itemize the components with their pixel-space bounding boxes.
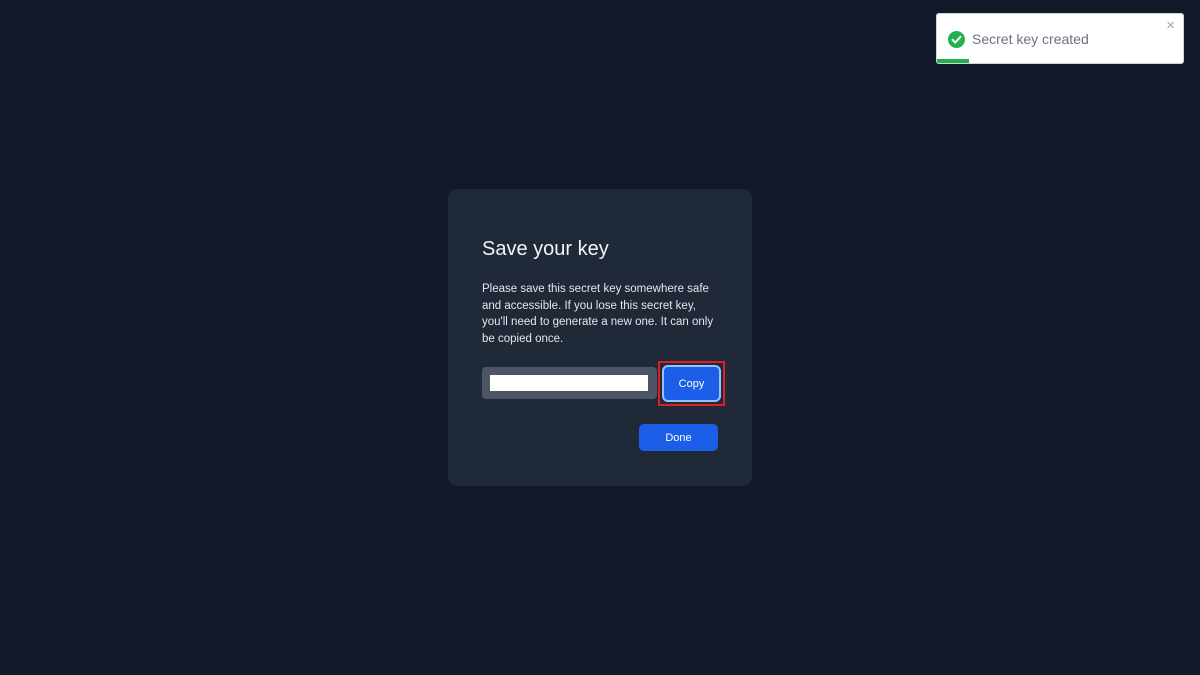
save-key-dialog: Save your key Please save this secret ke…	[448, 189, 752, 486]
secret-key-input[interactable]	[490, 375, 648, 391]
dialog-description: Please save this secret key somewhere sa…	[482, 283, 714, 346]
dialog-title: Save your key	[482, 238, 609, 260]
secret-key-field	[482, 367, 657, 399]
toast-notification: Secret key created ×	[936, 13, 1184, 64]
check-circle-icon	[948, 31, 965, 48]
copy-button[interactable]: Copy	[662, 365, 721, 402]
close-icon[interactable]: ×	[1166, 18, 1175, 33]
done-button[interactable]: Done	[639, 424, 718, 451]
toast-progress-bar	[937, 59, 969, 63]
toast-message: Secret key created	[972, 31, 1089, 47]
